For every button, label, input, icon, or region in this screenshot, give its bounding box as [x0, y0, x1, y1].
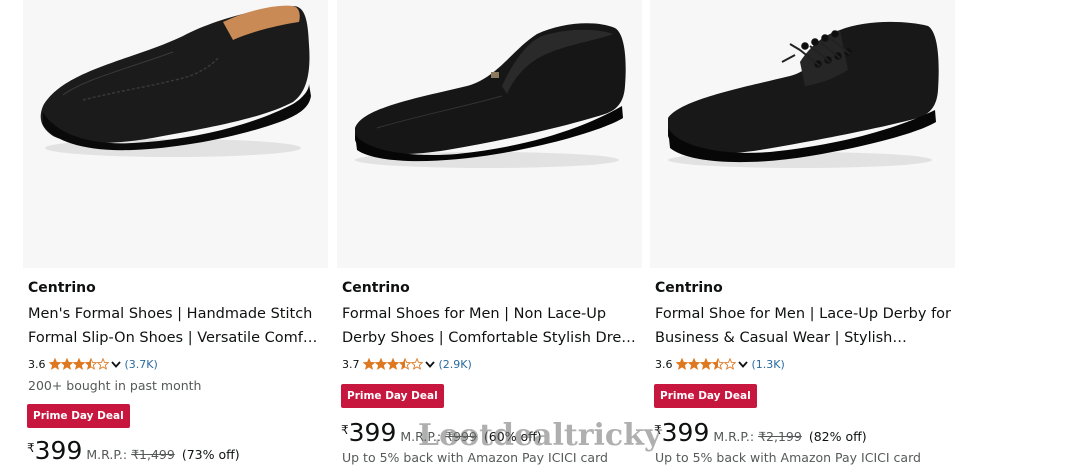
watermark-text: Lootdealtricky — [418, 418, 662, 453]
deal-badge: Prime Day Deal — [27, 404, 130, 428]
cashback-offer: Up to 5% back with Amazon Pay ICICI card — [655, 450, 921, 465]
chevron-down-icon[interactable] — [424, 358, 436, 370]
product-card[interactable]: Centrino Men's Formal Shoes | Handmade S… — [23, 0, 328, 469]
product-card[interactable]: Centrino Formal Shoe for Men | Lace-Up D… — [650, 0, 955, 469]
review-count-link[interactable]: (3.7K) — [125, 358, 158, 371]
rating-value: 3.7 — [342, 357, 360, 371]
star-half-icon — [398, 358, 411, 370]
chevron-down-icon[interactable] — [737, 358, 749, 370]
currency-symbol: ₹ — [27, 441, 35, 455]
star-empty-icon — [723, 358, 736, 370]
product-brand: Centrino — [28, 280, 96, 296]
bought-past-month: 200+ bought in past month — [28, 378, 202, 393]
mrp: M.R.P.: ₹1,499 — [86, 447, 174, 462]
mrp: M.R.P.: ₹2,199 — [713, 429, 801, 444]
mrp-label: M.R.P.: — [86, 447, 128, 462]
star-full-icon — [699, 358, 712, 370]
rating-value: 3.6 — [655, 357, 673, 371]
review-count-link[interactable]: (2.9K) — [439, 358, 472, 371]
star-full-icon — [374, 358, 387, 370]
star-full-icon — [60, 358, 73, 370]
star-full-icon — [675, 358, 688, 370]
star-empty-icon — [410, 358, 423, 370]
product-brand: Centrino — [655, 280, 723, 296]
star-full-icon — [48, 358, 61, 370]
price: 399 — [34, 436, 83, 465]
star-full-icon — [72, 358, 85, 370]
product-image[interactable] — [23, 0, 328, 268]
star-full-icon — [362, 358, 375, 370]
rating-value: 3.6 — [28, 357, 46, 371]
star-rating[interactable] — [362, 358, 423, 370]
star-empty-icon — [96, 358, 109, 370]
star-half-icon — [84, 358, 97, 370]
mrp-value: ₹1,499 — [131, 447, 175, 462]
chevron-down-icon[interactable] — [110, 358, 122, 370]
rating-row[interactable]: 3.6 (3.7K) — [28, 356, 158, 372]
mrp-label: M.R.P.: — [713, 429, 755, 444]
currency-symbol: ₹ — [341, 423, 349, 437]
mrp-value: ₹2,199 — [758, 429, 802, 444]
slip-on-shoe-icon — [40, 5, 311, 157]
star-full-icon — [386, 358, 399, 370]
review-count-link[interactable]: (1.3K) — [752, 358, 785, 371]
discount-percent: (82% off) — [808, 429, 867, 444]
product-image[interactable] — [337, 0, 642, 268]
deal-badge: Prime Day Deal — [654, 384, 757, 408]
price-row: ₹ 399 M.R.P.: ₹2,199 (82% off) — [654, 420, 867, 446]
rating-row[interactable]: 3.7 (2.9K) — [342, 356, 472, 372]
star-full-icon — [687, 358, 700, 370]
deal-badge: Prime Day Deal — [341, 384, 444, 408]
star-half-icon — [711, 358, 724, 370]
price-row: ₹ 399 M.R.P.: ₹1,499 (73% off) — [27, 438, 240, 464]
product-title[interactable]: Formal Shoe for Men | Lace-Up Derby for … — [655, 302, 951, 350]
lace-up-shoe-icon — [668, 21, 939, 168]
product-title[interactable]: Formal Shoes for Men | Non Lace-Up Derby… — [342, 302, 638, 350]
star-rating[interactable] — [48, 358, 109, 370]
product-title[interactable]: Men's Formal Shoes | Handmade Stitch For… — [28, 302, 324, 350]
star-rating[interactable] — [675, 358, 736, 370]
rating-row[interactable]: 3.6 (1.3K) — [655, 356, 785, 372]
price: 399 — [348, 418, 397, 447]
product-image[interactable] — [650, 0, 955, 268]
discount-percent: (73% off) — [181, 447, 240, 462]
slip-on-shoe-icon — [355, 23, 626, 168]
price: 399 — [661, 418, 710, 447]
product-card[interactable]: Centrino Formal Shoes for Men | Non Lace… — [337, 0, 642, 469]
product-brand: Centrino — [342, 280, 410, 296]
